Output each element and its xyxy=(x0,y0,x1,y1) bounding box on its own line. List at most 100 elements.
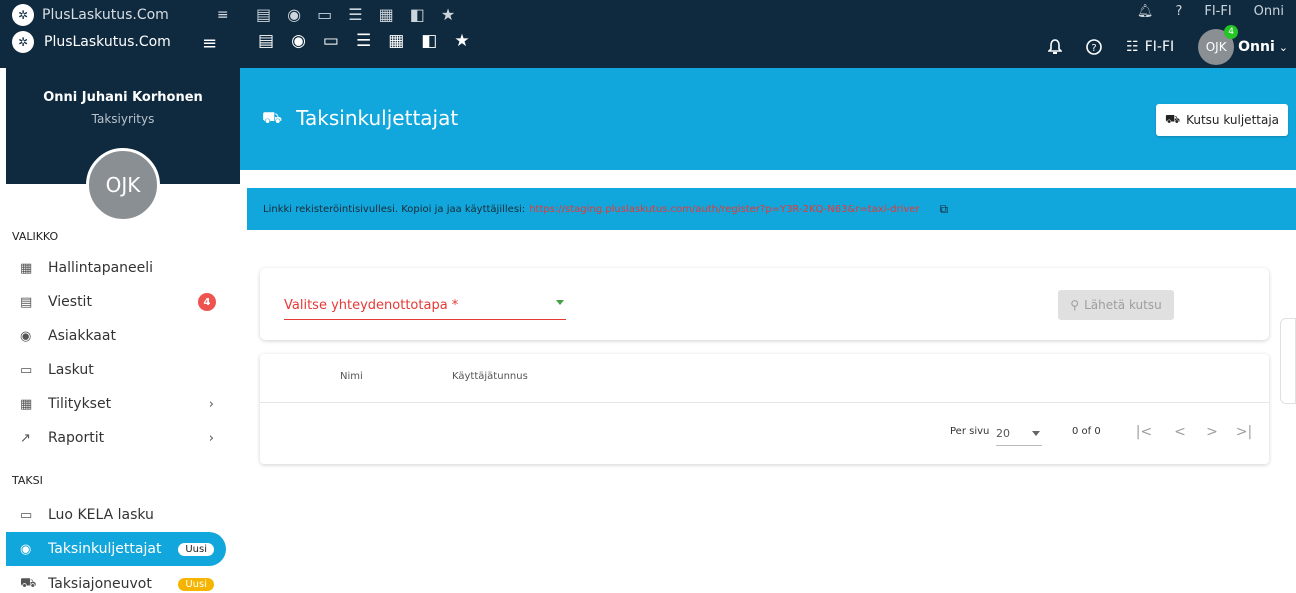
ghost-star-icon: ★ xyxy=(440,5,456,24)
invoice-icon: ▭ xyxy=(20,507,33,523)
contact-method-select[interactable]: Valitse yhteydenottotapa * xyxy=(284,292,566,320)
ghost-user-name: Onni xyxy=(1253,4,1284,19)
sidebar-item-customers[interactable]: ◉ Asiakkaat xyxy=(6,319,226,353)
sidebar-item-reports[interactable]: ↗ Raportit › xyxy=(6,421,226,455)
registration-link-bar: Linkki rekisteröintisivullesi. Kopioi ja… xyxy=(247,188,1296,230)
ghost-invoice-icon: ▭ xyxy=(317,5,333,24)
copy-icon[interactable]: ⧉ xyxy=(940,202,949,217)
dashboard-icon: ▦ xyxy=(20,260,33,276)
sidebar-item-label: Laskut xyxy=(48,362,94,378)
ghost-brand: ✲ PlusLaskutus.Com ≡ xyxy=(12,4,229,26)
customers-icon[interactable]: ◉ xyxy=(291,31,306,51)
chevron-right-icon: › xyxy=(208,396,214,412)
ghost-quick-icons: ▤ ◉ ▭ ☰ ▦ ◧ ★ xyxy=(256,5,455,24)
invite-driver-label: Kutsu kuljettaja xyxy=(1186,113,1280,127)
page-title-row: ⛟ Taksinkuljettajat xyxy=(262,106,458,130)
settings-side-tab[interactable] xyxy=(1280,318,1296,404)
profile-name: Onni Juhani Korhonen xyxy=(43,90,203,105)
sidebar-item-taxi-drivers[interactable]: ◉ Taksinkuljettajat Uusi xyxy=(6,532,226,566)
sidebar-item-messages[interactable]: ▤ Viestit 4 xyxy=(6,285,226,319)
sidebar-item-settlements[interactable]: ▦ Tilitykset › xyxy=(6,387,226,421)
per-page-value: 20 xyxy=(996,427,1010,440)
ghost-help-icon: ? xyxy=(1175,4,1183,19)
sidebar-item-taxi-vehicles[interactable]: ⛟ Taksiajoneuvot Uusi xyxy=(6,567,226,593)
column-header-username[interactable]: Käyttäjätunnus xyxy=(452,371,528,382)
sidebar-item-label: Raportit xyxy=(48,430,105,446)
profile-role: Taksiyritys xyxy=(91,112,155,126)
customers-icon: ◉ xyxy=(20,328,32,344)
settlements-icon[interactable]: ▦ xyxy=(388,31,404,51)
column-header-name[interactable]: Nimi xyxy=(340,371,363,382)
avatar: OJK 4 xyxy=(1198,25,1239,65)
page-header: ⛟ Taksinkuljettajat ⛟ Kutsu kuljettaja xyxy=(240,68,1296,170)
wallet-icon[interactable]: ◧ xyxy=(421,31,437,51)
brand: ✲ PlusLaskutus.Com xyxy=(12,31,171,53)
sidebar-item-label: Luo KELA lasku xyxy=(48,507,154,523)
invite-driver-button[interactable]: ⛟ Kutsu kuljettaja xyxy=(1156,104,1288,136)
sidebar-item-invoices[interactable]: ▭ Laskut xyxy=(6,353,226,387)
car-icon: ⛟ xyxy=(20,575,37,591)
send-invite-button[interactable]: ⚲ Lähetä kutsu xyxy=(1058,290,1174,320)
sidebar-item-dashboard[interactable]: ▦ Hallintapaneeli xyxy=(6,251,226,285)
new-badge: Uusi xyxy=(178,542,214,556)
locale-label: FI-FI xyxy=(1144,39,1175,55)
new-badge: Uusi xyxy=(178,577,214,591)
page-title: Taksinkuljettajat xyxy=(296,106,459,130)
ghost-wallet-icon: ◧ xyxy=(409,5,425,24)
brand-label: PlusLaskutus.Com xyxy=(44,34,171,50)
profile-avatar: OJK xyxy=(86,148,160,222)
per-page-select[interactable]: 20 xyxy=(996,422,1042,446)
favorites-star-icon[interactable]: ★ xyxy=(454,31,469,51)
first-page-icon[interactable]: |< xyxy=(1134,424,1154,440)
ghost-locale: FI-FI xyxy=(1204,4,1232,19)
bell-icon[interactable] xyxy=(1048,39,1063,55)
sidebar-item-label: Viestit xyxy=(48,294,92,310)
ghost-top-bar: ✲ PlusLaskutus.Com ≡ ▤ ◉ ▭ ☰ ▦ ◧ ★ 🔔︎ ? … xyxy=(0,0,1296,27)
section-taxi-label: TAKSI xyxy=(12,474,43,487)
car-icon: ⛟ xyxy=(262,107,283,127)
help-icon[interactable]: ? xyxy=(1086,39,1102,55)
driver-icon: ◉ xyxy=(20,541,32,557)
top-bar: ✲ PlusLaskutus.Com ≡ ▤ ◉ ▭ ☰ ▦ ◧ ★ ? ☷ F… xyxy=(0,25,1296,68)
ghost-logo-icon: ✲ xyxy=(12,4,34,26)
sidebar-item-label: Tilitykset xyxy=(48,396,112,412)
logo-icon: ✲ xyxy=(12,31,34,53)
send-invite-label: Lähetä kutsu xyxy=(1084,298,1162,312)
ghost-report-icon: ▦ xyxy=(378,5,394,24)
search-icon: ⚲ xyxy=(1070,298,1080,312)
dropdown-caret-icon xyxy=(1032,431,1040,436)
last-page-icon[interactable]: >| xyxy=(1234,424,1254,440)
pagination-range: 0 of 0 xyxy=(1072,426,1101,437)
settlements-icon: ▦ xyxy=(20,396,33,412)
top-right-tools: ? ☷ FI-FI OJK 4 Onni ⌄ xyxy=(1048,25,1288,65)
drivers-table-card: Nimi Käyttäjätunnus Per sivu 20 0 of 0 |… xyxy=(260,354,1269,464)
ghost-customer-icon: ◉ xyxy=(287,5,302,24)
sidebar-item-label: Taksinkuljettajat xyxy=(48,541,162,557)
message-icon: ▤ xyxy=(20,294,33,310)
sidebar-item-kela-invoice[interactable]: ▭ Luo KELA lasku xyxy=(6,498,226,532)
next-page-icon[interactable]: > xyxy=(1202,424,1222,440)
svg-text:?: ? xyxy=(1092,43,1097,54)
section-menu-label: VALIKKO xyxy=(12,230,59,243)
invite-form-card: Valitse yhteydenottotapa * ⚲ Lähetä kuts… xyxy=(260,268,1269,340)
ghost-doc-icon: ☰ xyxy=(348,5,363,24)
contact-method-placeholder: Valitse yhteydenottotapa * xyxy=(284,298,459,313)
sidebar-item-label: Hallintapaneeli xyxy=(48,260,154,276)
user-menu[interactable]: OJK 4 Onni ⌄ xyxy=(1198,25,1288,65)
quick-access-icons: ▤ ◉ ▭ ☰ ▦ ◧ ★ xyxy=(258,31,470,51)
ghost-brand-label: PlusLaskutus.Com xyxy=(42,7,169,23)
documents-icon[interactable]: ☰ xyxy=(356,31,371,51)
locale-selector[interactable]: ☷ FI-FI xyxy=(1126,39,1174,55)
invoices-icon[interactable]: ▭ xyxy=(323,31,339,51)
hamburger-icon[interactable]: ≡ xyxy=(202,33,217,54)
messages-count-badge: 4 xyxy=(198,293,216,311)
chevron-down-icon: ⌄ xyxy=(1278,40,1288,54)
user-name: Onni xyxy=(1238,39,1275,55)
ghost-message-icon: ▤ xyxy=(256,5,272,24)
registration-link[interactable]: https://staging.pluslaskutus.com/auth/re… xyxy=(529,204,919,215)
ghost-hamburger-icon: ≡ xyxy=(216,7,229,23)
trending-icon: ↗ xyxy=(20,430,31,446)
previous-page-icon[interactable]: < xyxy=(1170,424,1190,440)
messages-icon[interactable]: ▤ xyxy=(258,31,274,51)
ghost-bell-icon: 🔔︎ xyxy=(1136,4,1154,19)
